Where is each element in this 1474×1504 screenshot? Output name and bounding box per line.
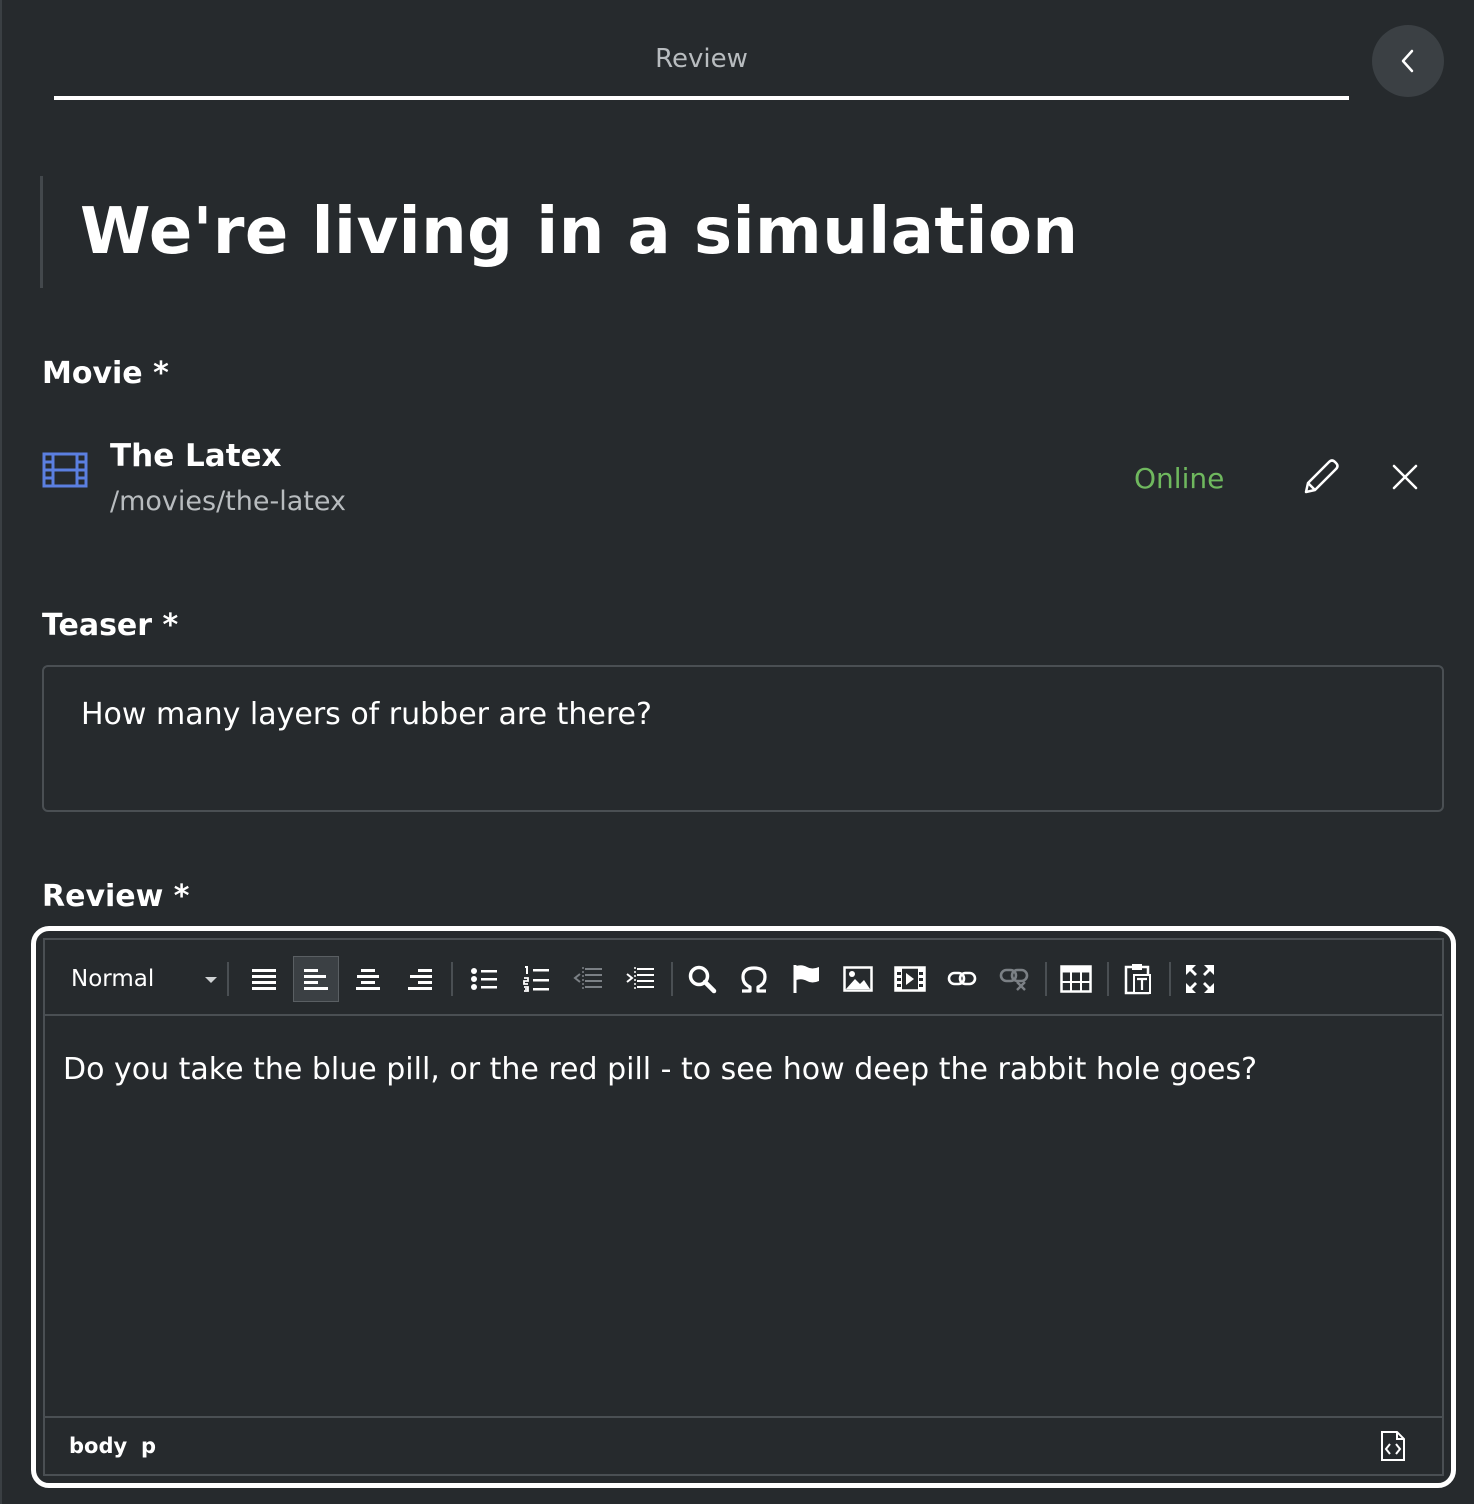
- toolbar-separator: [451, 962, 453, 996]
- format-dropdown[interactable]: Normal: [71, 966, 217, 996]
- toolbar-separator: [1169, 962, 1171, 996]
- tab-review[interactable]: Review: [54, 30, 1349, 100]
- movie-reference: The Latex /movies/the-latex Online: [42, 436, 1442, 526]
- numbered-list-button[interactable]: [513, 956, 559, 1002]
- paste-text-icon: [1124, 964, 1151, 995]
- remove-movie-button[interactable]: [1386, 458, 1424, 496]
- video-icon: [894, 966, 926, 992]
- status-badge: Online: [1134, 462, 1225, 495]
- outdent-button[interactable]: [565, 956, 611, 1002]
- title-field[interactable]: We're living in a simulation: [40, 176, 1078, 288]
- review-rich-text-editor: Normal Do you take the blue pill, or the…: [31, 926, 1456, 1488]
- maximize-icon: [1186, 965, 1214, 993]
- source-icon: [1381, 1431, 1405, 1461]
- unlink-button[interactable]: [991, 956, 1037, 1002]
- unlink-icon: [999, 968, 1029, 991]
- align-right-button[interactable]: [397, 956, 443, 1002]
- align-center-icon: [356, 969, 380, 990]
- film-icon: [42, 452, 88, 488]
- editor-frame: Normal Do you take the blue pill, or the…: [43, 938, 1444, 1476]
- justify-icon: [252, 969, 276, 990]
- bulleted-list-button[interactable]: [461, 956, 507, 1002]
- align-center-button[interactable]: [345, 956, 391, 1002]
- align-right-icon: [408, 969, 432, 990]
- image-button[interactable]: [835, 956, 881, 1002]
- anchor-flag-icon: [793, 965, 819, 993]
- page-title: We're living in a simulation: [80, 195, 1079, 269]
- format-dropdown-value: Normal: [71, 966, 155, 992]
- review-editor-page: Review We're living in a simulation Movi…: [0, 0, 1474, 1504]
- justify-button[interactable]: [241, 956, 287, 1002]
- anchor-button[interactable]: [783, 956, 829, 1002]
- edit-movie-button[interactable]: [1298, 454, 1344, 500]
- link-button[interactable]: [939, 956, 985, 1002]
- editor-content-area[interactable]: Do you take the blue pill, or the red pi…: [63, 1052, 1424, 1087]
- indent-icon: [626, 967, 654, 991]
- toolbar-separator: [1045, 962, 1047, 996]
- find-icon: [688, 965, 717, 994]
- movie-name[interactable]: The Latex: [110, 438, 282, 474]
- outdent-icon: [573, 967, 602, 991]
- path-item-body[interactable]: body: [69, 1434, 127, 1458]
- link-icon: [947, 971, 977, 986]
- chevron-left-icon: [1401, 49, 1414, 73]
- align-left-button[interactable]: [293, 956, 339, 1002]
- indent-button[interactable]: [617, 956, 663, 1002]
- align-left-icon: [304, 969, 328, 990]
- maximize-button[interactable]: [1177, 956, 1223, 1002]
- toolbar-separator: [227, 962, 229, 996]
- movie-label: Movie *: [42, 356, 169, 391]
- toolbar-separator: [1107, 962, 1109, 996]
- caret-down-icon: [205, 977, 217, 983]
- tab-active-indicator: [54, 96, 1349, 100]
- editor-path-bar: body p: [45, 1416, 1442, 1474]
- movie-path: /movies/the-latex: [110, 486, 346, 517]
- table-icon: [1060, 965, 1092, 993]
- close-icon: [1392, 464, 1418, 490]
- toolbar-separator: [671, 962, 673, 996]
- editor-toolbar: Normal: [45, 940, 1442, 1016]
- bulleted-list-icon: [471, 968, 497, 990]
- source-button[interactable]: [1380, 1430, 1412, 1464]
- review-label: Review *: [42, 879, 190, 914]
- pencil-icon: [1304, 459, 1339, 494]
- path-item-p[interactable]: p: [141, 1434, 156, 1458]
- tab-label: Review: [655, 44, 748, 74]
- special-char-icon: [741, 966, 767, 993]
- table-button[interactable]: [1053, 956, 1099, 1002]
- teaser-label: Teaser *: [42, 608, 179, 643]
- teaser-textarea[interactable]: How many layers of rubber are there?: [42, 665, 1444, 812]
- video-button[interactable]: [887, 956, 933, 1002]
- special-char-button[interactable]: [731, 956, 777, 1002]
- back-button[interactable]: [1372, 25, 1444, 97]
- find-button[interactable]: [679, 956, 725, 1002]
- numbered-list-icon: [523, 966, 549, 992]
- paste-text-button[interactable]: [1115, 956, 1161, 1002]
- image-icon: [843, 966, 873, 992]
